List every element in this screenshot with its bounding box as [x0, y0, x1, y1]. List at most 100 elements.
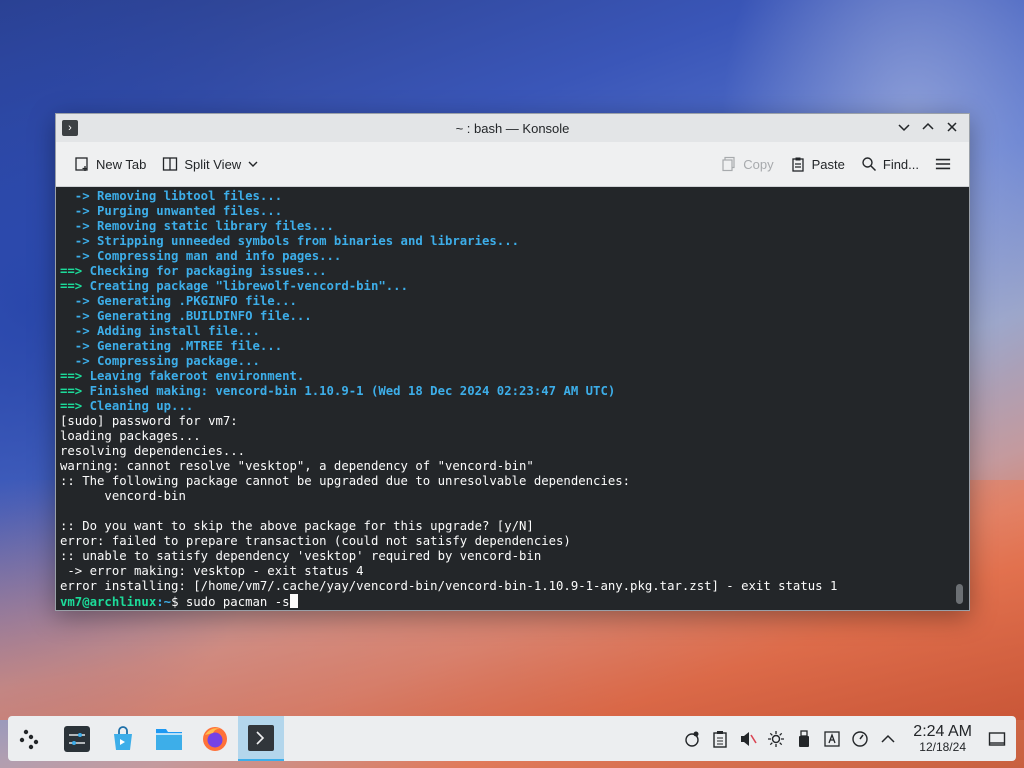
- prompt-path: :~: [156, 595, 172, 609]
- hamburger-menu-button[interactable]: [927, 152, 959, 176]
- line-marker: ==>: [60, 264, 90, 278]
- prompt-user: vm7@archlinux: [60, 595, 157, 609]
- terminal-line: warning: cannot resolve "vesktop", a dep…: [60, 459, 534, 473]
- clipboard-icon[interactable]: [709, 728, 731, 750]
- terminal-line: -> Stripping unneeded symbols from binar…: [60, 234, 520, 248]
- copy-icon: [722, 156, 735, 172]
- konsole-toolbar: New Tab Split View Copy Paste Find...: [56, 142, 969, 187]
- terminal-line: :: Do you want to skip the above package…: [60, 519, 534, 533]
- terminal-output[interactable]: -> Removing libtool files... -> Purging …: [56, 187, 969, 610]
- minimize-button[interactable]: [895, 118, 913, 138]
- terminal-line: error: failed to prepare transaction (co…: [60, 534, 571, 548]
- line-marker: ==>: [60, 279, 90, 293]
- prompt-line[interactable]: vm7@archlinux:~$ sudo pacman -s: [60, 594, 965, 609]
- settings-icon: [64, 725, 90, 752]
- chevron-up-icon: [922, 122, 934, 130]
- line-text: Finished making: vencord-bin 1.10.9-1 (W…: [89, 384, 616, 398]
- volume-muted-icon[interactable]: [737, 728, 759, 750]
- network-vpn-icon[interactable]: [681, 728, 703, 750]
- command-input: sudo pacman -s: [185, 595, 290, 609]
- line-marker: ==>: [60, 369, 90, 383]
- copy-label: Copy: [743, 156, 774, 172]
- konsole-window: › ~ : bash — Konsole New Tab Split View: [55, 113, 970, 611]
- new-tab-icon: [75, 157, 88, 171]
- firefox-task[interactable]: [192, 716, 238, 761]
- discover-task[interactable]: [100, 716, 146, 761]
- digital-clock[interactable]: 2:24 AM 12/18/24: [913, 723, 972, 754]
- firefox-icon: [203, 726, 227, 751]
- chevron-up-icon[interactable]: [877, 728, 899, 750]
- launcher-icon: [19, 729, 39, 749]
- terminal-line: -> Compressing package...: [60, 354, 260, 368]
- hamburger-menu-icon: [935, 158, 951, 170]
- terminal-line: -> Adding install file...: [60, 324, 260, 338]
- terminal-line: -> Purging unwanted files...: [60, 204, 283, 218]
- system-settings-task[interactable]: [54, 716, 100, 761]
- discover-store-icon: [114, 725, 132, 750]
- line-text: Cleaning up...: [89, 399, 194, 413]
- title-bar[interactable]: › ~ : bash — Konsole: [56, 114, 969, 142]
- terminal-line: loading packages...: [60, 429, 201, 443]
- terminal-line: ==> Checking for packaging issues...: [60, 264, 965, 279]
- terminal-line: -> error making: vesktop - exit status 4: [60, 564, 364, 578]
- terminal-line: -> Removing libtool files...: [60, 189, 283, 203]
- terminal-line: -> Generating .MTREE file...: [60, 339, 283, 353]
- chevron-down-icon: [248, 161, 258, 167]
- terminal-line: ==> Finished making: vencord-bin 1.10.9-…: [60, 384, 965, 399]
- paste-label: Paste: [811, 156, 845, 172]
- konsole-task[interactable]: [238, 716, 284, 761]
- terminal-line: -> Generating .BUILDINFO file...: [60, 309, 312, 323]
- maximize-button[interactable]: [919, 118, 937, 138]
- usb-device-icon[interactable]: [793, 728, 815, 750]
- terminal-line: -> Compressing man and info pages...: [60, 249, 342, 263]
- terminal-line: ==> Creating package "librewolf-vencord-…: [60, 279, 965, 294]
- find-label: Find...: [882, 156, 919, 172]
- new-tab-label: New Tab: [96, 156, 147, 172]
- taskbar: 2:24 AM 12/18/24: [8, 716, 1016, 761]
- search-icon: [862, 157, 876, 172]
- terminal-line: vencord-bin: [60, 489, 186, 503]
- konsole-app-icon[interactable]: ›: [62, 120, 78, 136]
- text-cursor: [289, 594, 298, 608]
- close-button[interactable]: [943, 118, 961, 138]
- window-title: ~ : bash — Konsole: [455, 120, 570, 136]
- terminal-line: :: The following package cannot be upgra…: [60, 474, 631, 488]
- clock-date: 12/18/24: [919, 740, 966, 754]
- brightness-icon[interactable]: [765, 728, 787, 750]
- line-text: Leaving fakeroot environment.: [89, 369, 305, 383]
- terminal-line: resolving dependencies...: [60, 444, 246, 458]
- folder-icon: [156, 728, 182, 750]
- terminal-line: :: unable to satisfy dependency 'vesktop…: [60, 549, 542, 563]
- chevron-down-icon: [898, 124, 910, 132]
- terminal-line: [sudo] password for vm7:: [60, 414, 238, 428]
- terminal-line: -> Generating .PKGINFO file...: [60, 294, 297, 308]
- close-icon: [947, 122, 957, 132]
- power-profile-gauge-icon[interactable]: [849, 728, 871, 750]
- clock-time: 2:24 AM: [913, 723, 972, 740]
- split-view-button[interactable]: Split View: [154, 152, 267, 176]
- line-text: Creating package "librewolf-vencord-bin"…: [89, 279, 408, 293]
- split-view-label: Split View: [184, 156, 242, 172]
- find-button[interactable]: Find...: [853, 152, 927, 176]
- terminal-line: -> Removing static library files...: [60, 219, 334, 233]
- terminal-icon: [248, 724, 274, 751]
- new-tab-button[interactable]: New Tab: [66, 152, 154, 176]
- copy-button[interactable]: Copy: [713, 152, 781, 176]
- paste-icon: [791, 157, 804, 172]
- show-desktop-icon: [988, 731, 1006, 746]
- terminal-line: error installing: [/home/vm7/.cache/yay/…: [60, 579, 838, 593]
- terminal-line: ==> Leaving fakeroot environment.: [60, 369, 965, 384]
- paste-button[interactable]: Paste: [782, 152, 853, 176]
- prompt-symbol: $: [171, 595, 186, 609]
- line-text: Checking for packaging issues...: [89, 264, 327, 278]
- show-desktop-button[interactable]: [986, 728, 1008, 750]
- terminal-scrollbar[interactable]: [956, 584, 963, 604]
- terminal-line: ==> Cleaning up...: [60, 399, 965, 414]
- split-view-icon: [163, 157, 178, 171]
- dolphin-file-manager-task[interactable]: [146, 716, 192, 761]
- line-marker: ==>: [60, 399, 90, 413]
- input-method-icon[interactable]: [821, 728, 843, 750]
- application-launcher-button[interactable]: [8, 716, 54, 761]
- system-tray: 2:24 AM 12/18/24: [681, 723, 1016, 754]
